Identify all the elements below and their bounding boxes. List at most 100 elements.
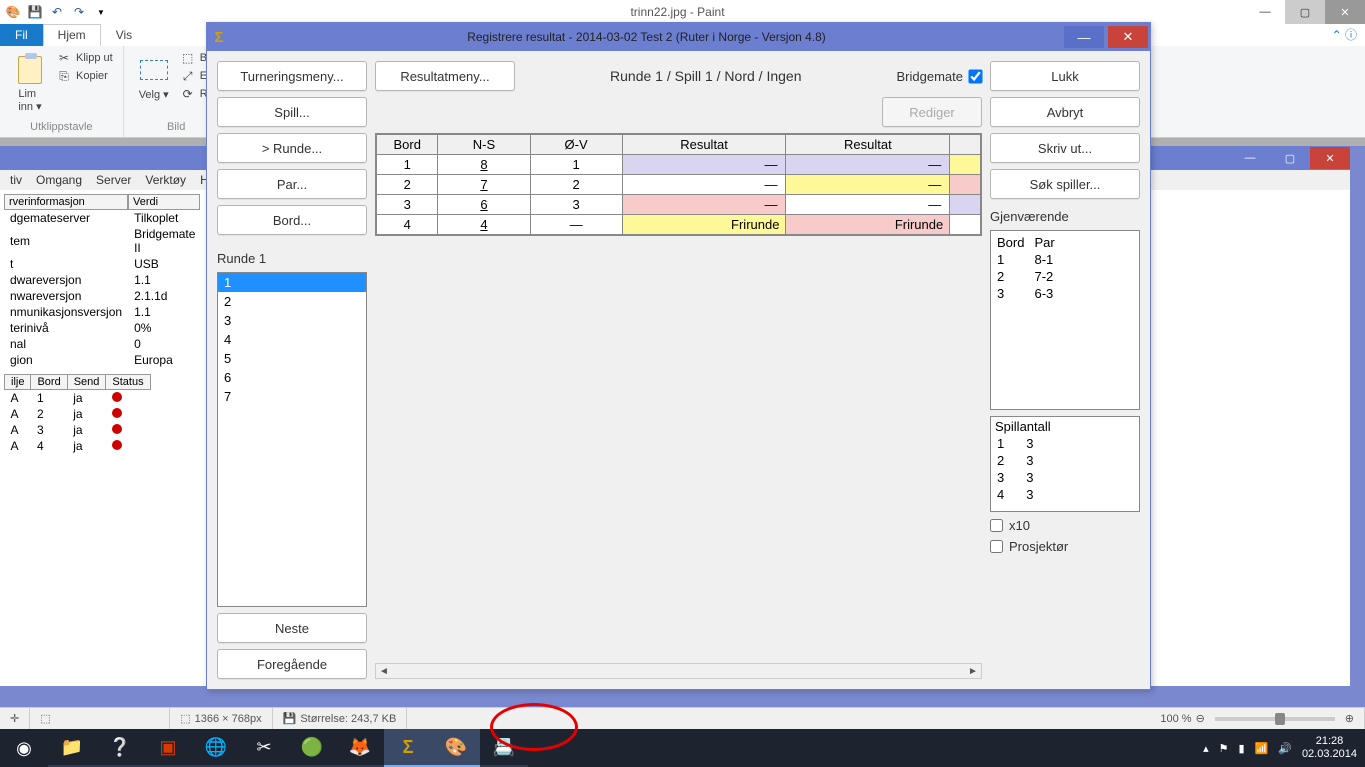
round-info-text: Runde 1 / Spill 1 / Nord / Ingen bbox=[525, 68, 887, 84]
spill-button[interactable]: Spill... bbox=[217, 97, 367, 127]
bord-button[interactable]: Bord... bbox=[217, 205, 367, 235]
menu-item[interactable]: tiv bbox=[4, 171, 28, 189]
start-button[interactable]: ◉ bbox=[0, 729, 48, 767]
dialog-title: Registrere resultat - 2014-03-02 Test 2 … bbox=[231, 30, 1062, 44]
neste-button[interactable]: Neste bbox=[217, 613, 367, 643]
select-icon bbox=[138, 54, 170, 86]
taskbar-clock[interactable]: 21:28 02.03.2014 bbox=[1302, 735, 1357, 761]
flag-icon[interactable]: ⚑ bbox=[1219, 742, 1229, 755]
par-button[interactable]: Par... bbox=[217, 169, 367, 199]
menu-item[interactable]: Omgang bbox=[30, 171, 88, 189]
volume-icon[interactable]: 🔊 bbox=[1278, 742, 1292, 755]
dlg-close-button[interactable]: ✕ bbox=[1108, 26, 1148, 48]
runde-button[interactable]: > Runde... bbox=[217, 133, 367, 163]
paint-titlebar: 🎨 💾 ↶ ↷ ▼ trinn22.jpg - Paint — ▢ ✕ bbox=[0, 0, 1365, 24]
app-taskbar-icon[interactable]: 📇 bbox=[480, 729, 528, 767]
scroll-right-icon[interactable]: ► bbox=[965, 666, 981, 677]
save-icon[interactable]: 💾 bbox=[26, 3, 44, 21]
close-button[interactable]: ✕ bbox=[1325, 0, 1365, 24]
sigma-app-icon: Σ bbox=[207, 29, 231, 46]
result-menu-button[interactable]: Resultatmeny... bbox=[375, 61, 515, 91]
firefox-taskbar-icon[interactable]: 🦊 bbox=[336, 729, 384, 767]
horizontal-scrollbar[interactable]: ◄ ► bbox=[375, 663, 982, 679]
tab-fil[interactable]: Fil bbox=[0, 24, 43, 46]
tab-vis[interactable]: Vis bbox=[101, 24, 147, 46]
middle-panel: Resultatmeny... Runde 1 / Spill 1 / Nord… bbox=[375, 61, 982, 679]
browser-taskbar-icon[interactable]: 🌐 bbox=[192, 729, 240, 767]
resize-icon: ⤢ bbox=[180, 68, 196, 84]
rediger-button[interactable]: Rediger bbox=[882, 97, 982, 127]
runde-list-label: Runde 1 bbox=[217, 251, 367, 266]
minimize-button[interactable]: — bbox=[1245, 0, 1285, 24]
zoom-slider[interactable] bbox=[1215, 717, 1335, 721]
bridgemate-label: Bridgemate bbox=[897, 69, 963, 84]
filesize-cell: 💾Størrelse: 243,7 KB bbox=[273, 708, 408, 729]
zoom-in-button[interactable]: ⊕ bbox=[1345, 712, 1354, 725]
bg-close-button[interactable]: ✕ bbox=[1310, 147, 1350, 169]
explorer-taskbar-icon[interactable]: 📁 bbox=[48, 729, 96, 767]
zoom-cell: 100 % ⊖ ⊕ bbox=[1150, 708, 1365, 729]
snip-taskbar-icon[interactable]: ✂ bbox=[240, 729, 288, 767]
right-panel: Lukk Avbryt Skriv ut... Søk spiller... G… bbox=[990, 61, 1140, 679]
scroll-left-icon[interactable]: ◄ bbox=[376, 666, 392, 677]
round-item[interactable]: 1 bbox=[218, 273, 366, 292]
tournament-menu-button[interactable]: Turneringsmeny... bbox=[217, 61, 367, 91]
paste-button[interactable]: Liminn ▾ bbox=[10, 50, 50, 117]
sok-spiller-button[interactable]: Søk spiller... bbox=[990, 169, 1140, 199]
lukk-button[interactable]: Lukk bbox=[990, 61, 1140, 91]
register-result-dialog: Σ Registrere resultat - 2014-03-02 Test … bbox=[206, 22, 1151, 690]
spillantall-box: Spillantall 13233343 bbox=[990, 416, 1140, 512]
wifi-icon[interactable]: 📶 bbox=[1255, 742, 1269, 755]
crosshair-icon: ✛ bbox=[10, 712, 19, 725]
round-item[interactable]: 5 bbox=[218, 349, 366, 368]
bg-maximize-button[interactable]: ▢ bbox=[1270, 147, 1310, 169]
x10-checkbox[interactable]: x10 bbox=[990, 518, 1140, 533]
cut-button[interactable]: ✂Klipp ut bbox=[56, 50, 113, 66]
chrome-taskbar-icon[interactable]: 🟢 bbox=[288, 729, 336, 767]
paint-taskbar-icon[interactable]: 🎨 bbox=[432, 729, 480, 767]
dlg-minimize-button[interactable]: — bbox=[1064, 26, 1104, 48]
tray-up-icon[interactable]: ▴ bbox=[1203, 742, 1209, 755]
results-table[interactable]: BordN-SØ-VResultatResultat181——272——363—… bbox=[375, 133, 982, 236]
help-taskbar-icon[interactable]: ❔ bbox=[96, 729, 144, 767]
bridgemate-checkbox[interactable] bbox=[968, 69, 982, 83]
skriv-ut-button[interactable]: Skriv ut... bbox=[990, 133, 1140, 163]
runde-listbox[interactable]: 1234567 bbox=[217, 272, 367, 607]
redo-icon[interactable]: ↷ bbox=[70, 3, 88, 21]
sigma-taskbar-icon[interactable]: Σ bbox=[384, 729, 432, 767]
selection-icon: ⬚ bbox=[40, 712, 50, 725]
avbryt-button[interactable]: Avbryt bbox=[990, 97, 1140, 127]
round-item[interactable]: 3 bbox=[218, 311, 366, 330]
round-item[interactable]: 6 bbox=[218, 368, 366, 387]
gjenvaerende-label: Gjenværende bbox=[990, 209, 1140, 224]
system-tray: ▴ ⚑ ▮ 📶 🔊 21:28 02.03.2014 bbox=[1203, 735, 1365, 761]
maximize-button[interactable]: ▢ bbox=[1285, 0, 1325, 24]
round-item[interactable]: 7 bbox=[218, 387, 366, 406]
round-item[interactable]: 2 bbox=[218, 292, 366, 311]
disk-icon: 💾 bbox=[283, 712, 297, 725]
qat-dropdown-icon[interactable]: ▼ bbox=[92, 3, 110, 21]
round-item[interactable]: 4 bbox=[218, 330, 366, 349]
dims-icon: ⬚ bbox=[180, 712, 190, 725]
dialog-titlebar: Σ Registrere resultat - 2014-03-02 Test … bbox=[207, 23, 1150, 51]
tab-hjem[interactable]: Hjem bbox=[43, 24, 101, 46]
paint-icon: 🎨 bbox=[4, 3, 22, 21]
zoom-out-button[interactable]: ⊖ bbox=[1196, 712, 1205, 725]
menu-item[interactable]: Verktøy bbox=[139, 171, 192, 189]
foregaende-button[interactable]: Foregående bbox=[217, 649, 367, 679]
taskbar: ◉ 📁 ❔ ▣ 🌐 ✂ 🟢 🦊 Σ 🎨 📇 ▴ ⚑ ▮ 📶 🔊 21:28 02… bbox=[0, 729, 1365, 767]
undo-icon[interactable]: ↶ bbox=[48, 3, 66, 21]
copy-button[interactable]: ⎘Kopier bbox=[56, 68, 113, 84]
prosjektor-checkbox[interactable]: Prosjektør bbox=[990, 539, 1140, 554]
selection-cell: ⬚ bbox=[30, 708, 170, 729]
group-clipboard-label: Utklippstavle bbox=[10, 119, 113, 133]
select-button[interactable]: Velg ▾ bbox=[134, 50, 174, 105]
bg-minimize-button[interactable]: — bbox=[1230, 147, 1270, 169]
battery-icon[interactable]: ▮ bbox=[1238, 742, 1244, 755]
paint-window-title: trinn22.jpg - Paint bbox=[110, 5, 1245, 19]
menu-item[interactable]: Server bbox=[90, 171, 137, 189]
help-icon[interactable]: ⌃ ⓘ bbox=[1332, 26, 1357, 43]
gjenvaerende-box: BordPar18-127-236-3 bbox=[990, 230, 1140, 410]
office-taskbar-icon[interactable]: ▣ bbox=[144, 729, 192, 767]
scissors-icon: ✂ bbox=[56, 50, 72, 66]
